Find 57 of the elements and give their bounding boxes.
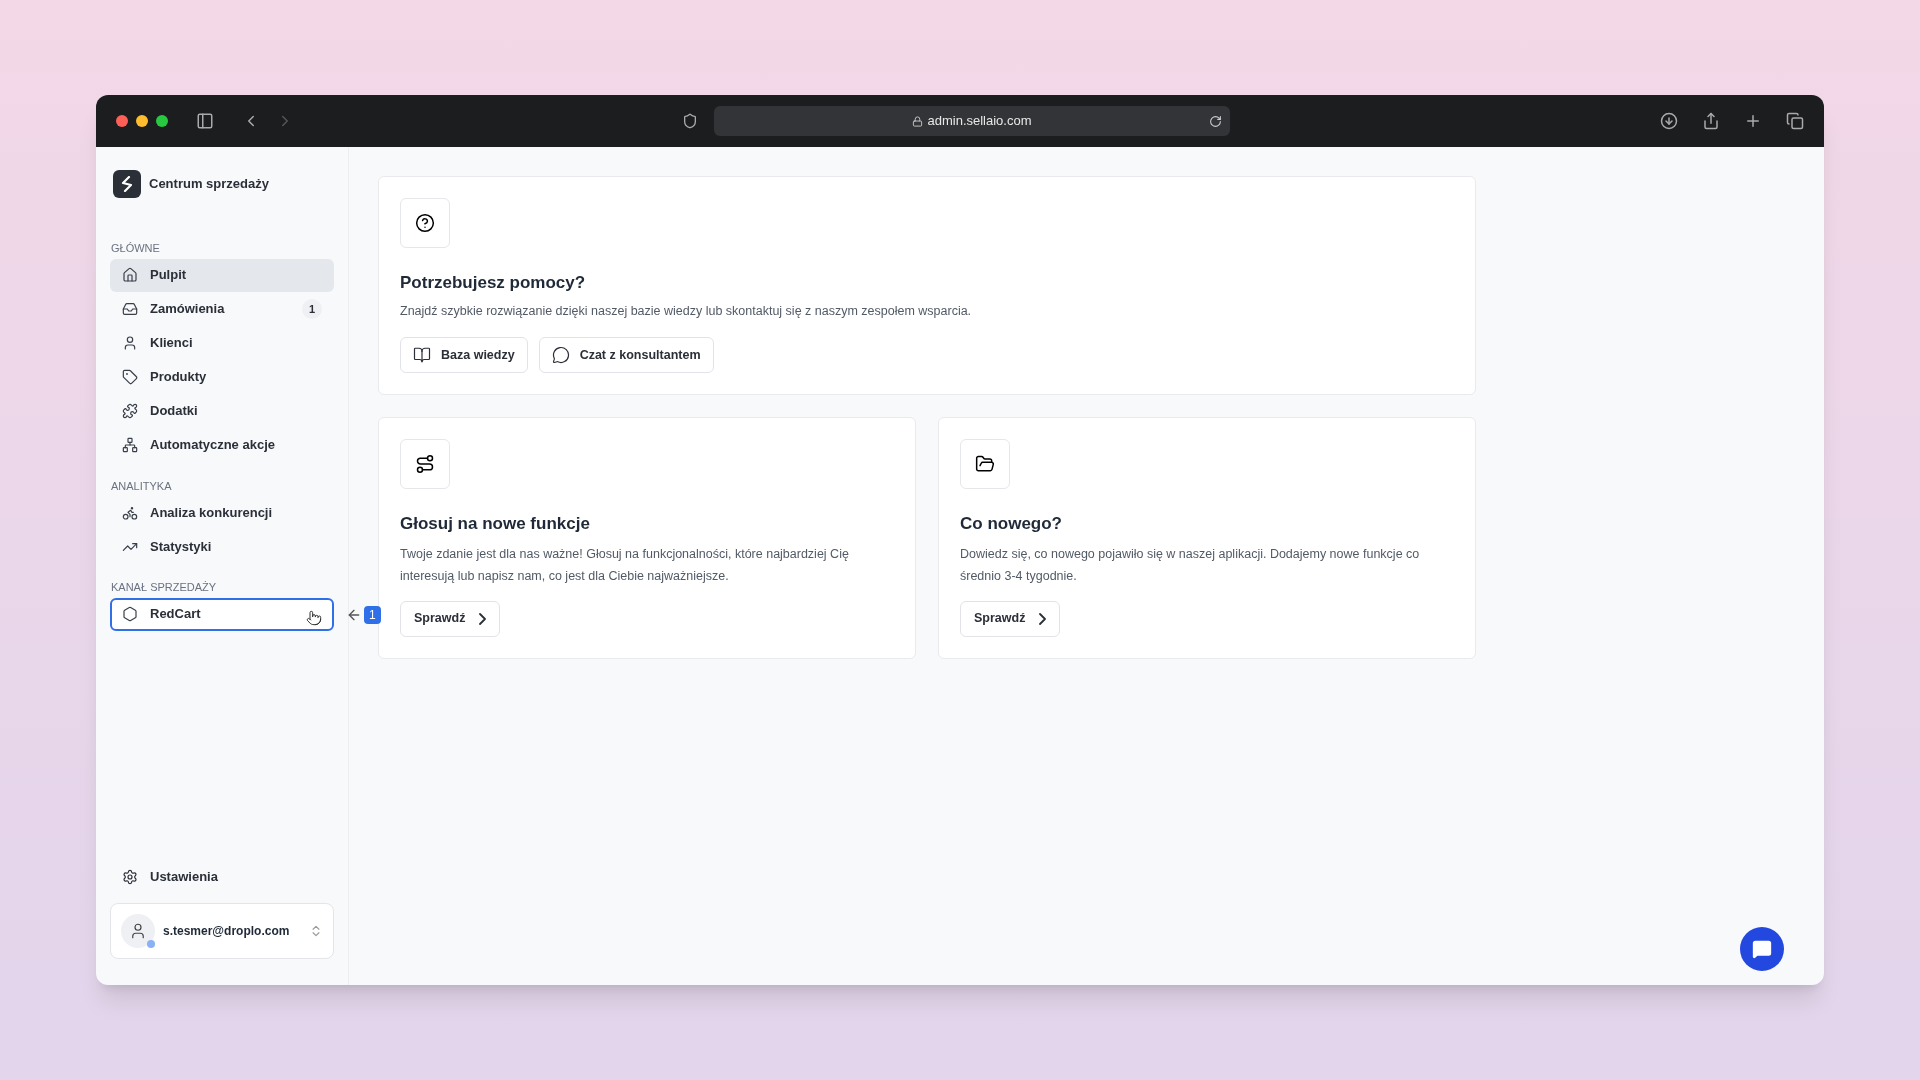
sidebar-item[interactable]: Zamówienia 1: [110, 292, 334, 326]
tabs-icon[interactable]: [1786, 112, 1804, 130]
reload-icon[interactable]: [1209, 114, 1222, 128]
settings-item[interactable]: Ustawienia: [110, 861, 334, 893]
chat-icon: [1752, 939, 1772, 959]
bicycle-icon: [122, 504, 138, 521]
section-heading: KANAŁ SPRZEDAŻY: [110, 580, 218, 595]
sidebar-item[interactable]: Klienci: [110, 326, 334, 360]
card-description: Twoje zdanie jest dla nas ważne! Głosuj na funkcjonalności, które najbardziej Cię interesują lub napisz nam, co jest dla Ciebie najważniejsze.: [400, 545, 850, 585]
check-button[interactable]: Sprawdź: [400, 600, 501, 637]
sidebar-item[interactable]: Pulpit: [110, 258, 334, 292]
card-description: Znajdź szybkie rozwiązanie dzięki naszej bazie wiedzy lub skontaktuj się z naszym zespołem wsparcia.: [400, 302, 973, 320]
logo-icon: [113, 170, 141, 198]
avatar-icon: [121, 914, 155, 948]
sidebar-item[interactable]: RedCart: [110, 597, 334, 631]
user-icon: [122, 335, 138, 351]
brand-name: Centrum sprzedaży: [149, 175, 269, 194]
sidebar-item[interactable]: Dodatki: [110, 394, 334, 428]
card-title: Co nowego?: [960, 513, 1063, 536]
route-icon: [415, 454, 435, 475]
puzzle-icon: [122, 403, 138, 419]
help-icon: [415, 213, 435, 233]
card-title: Głosuj na nowe funkcje: [400, 513, 591, 536]
hierarchy-icon: [122, 437, 138, 453]
new-tab-icon[interactable]: [1744, 112, 1762, 130]
sidebar-item[interactable]: Produkty: [110, 360, 334, 394]
section-heading: GŁÓWNE: [110, 241, 161, 256]
card-button[interactable]: Czat z konsultantem: [538, 337, 714, 374]
card-description: Dowiedz się, co nowego pojawiło się w naszej aplikacji. Dodajemy nowe funkcje co średnio 3-4 tygodnie.: [960, 545, 1421, 585]
download-icon[interactable]: [1660, 112, 1678, 130]
shield-icon: [682, 113, 698, 129]
chevron-right-icon: [479, 612, 487, 625]
chat-button[interactable]: [1740, 927, 1784, 971]
check-button[interactable]: Sprawdź: [960, 600, 1061, 637]
inbox-icon: [122, 301, 138, 317]
settings-icon: [122, 869, 138, 885]
chevron-right-icon: [1039, 612, 1047, 625]
hand-cursor-icon: [306, 610, 322, 626]
book-icon: [413, 346, 431, 365]
user-menu[interactable]: s.tesmer@droplo.com: [110, 903, 334, 959]
sidebar-item[interactable]: Statystyki: [110, 530, 334, 563]
callout-badge: 1: [364, 605, 381, 624]
url-text: admin.sellaio.com: [927, 112, 1032, 131]
sidebar-toggle-icon[interactable]: [196, 112, 214, 130]
count-badge: 1: [302, 299, 322, 319]
tag-icon: [122, 369, 138, 385]
section-heading: ANALITYKA: [110, 478, 173, 494]
chat-bubble-icon: [551, 346, 570, 365]
card-title: Potrzebujesz pomocy?: [400, 272, 587, 294]
card-button[interactable]: Baza wiedzy: [400, 337, 528, 374]
sidebar-item[interactable]: Analiza konkurencji: [110, 496, 334, 529]
address-bar[interactable]: admin.sellaio.com: [714, 106, 1230, 136]
lock-icon: [912, 115, 924, 127]
hexagon-icon: [122, 606, 138, 622]
sidebar-item[interactable]: Automatyczne akcje: [110, 428, 334, 462]
share-icon[interactable]: [1702, 112, 1720, 130]
home-icon: [122, 267, 138, 283]
